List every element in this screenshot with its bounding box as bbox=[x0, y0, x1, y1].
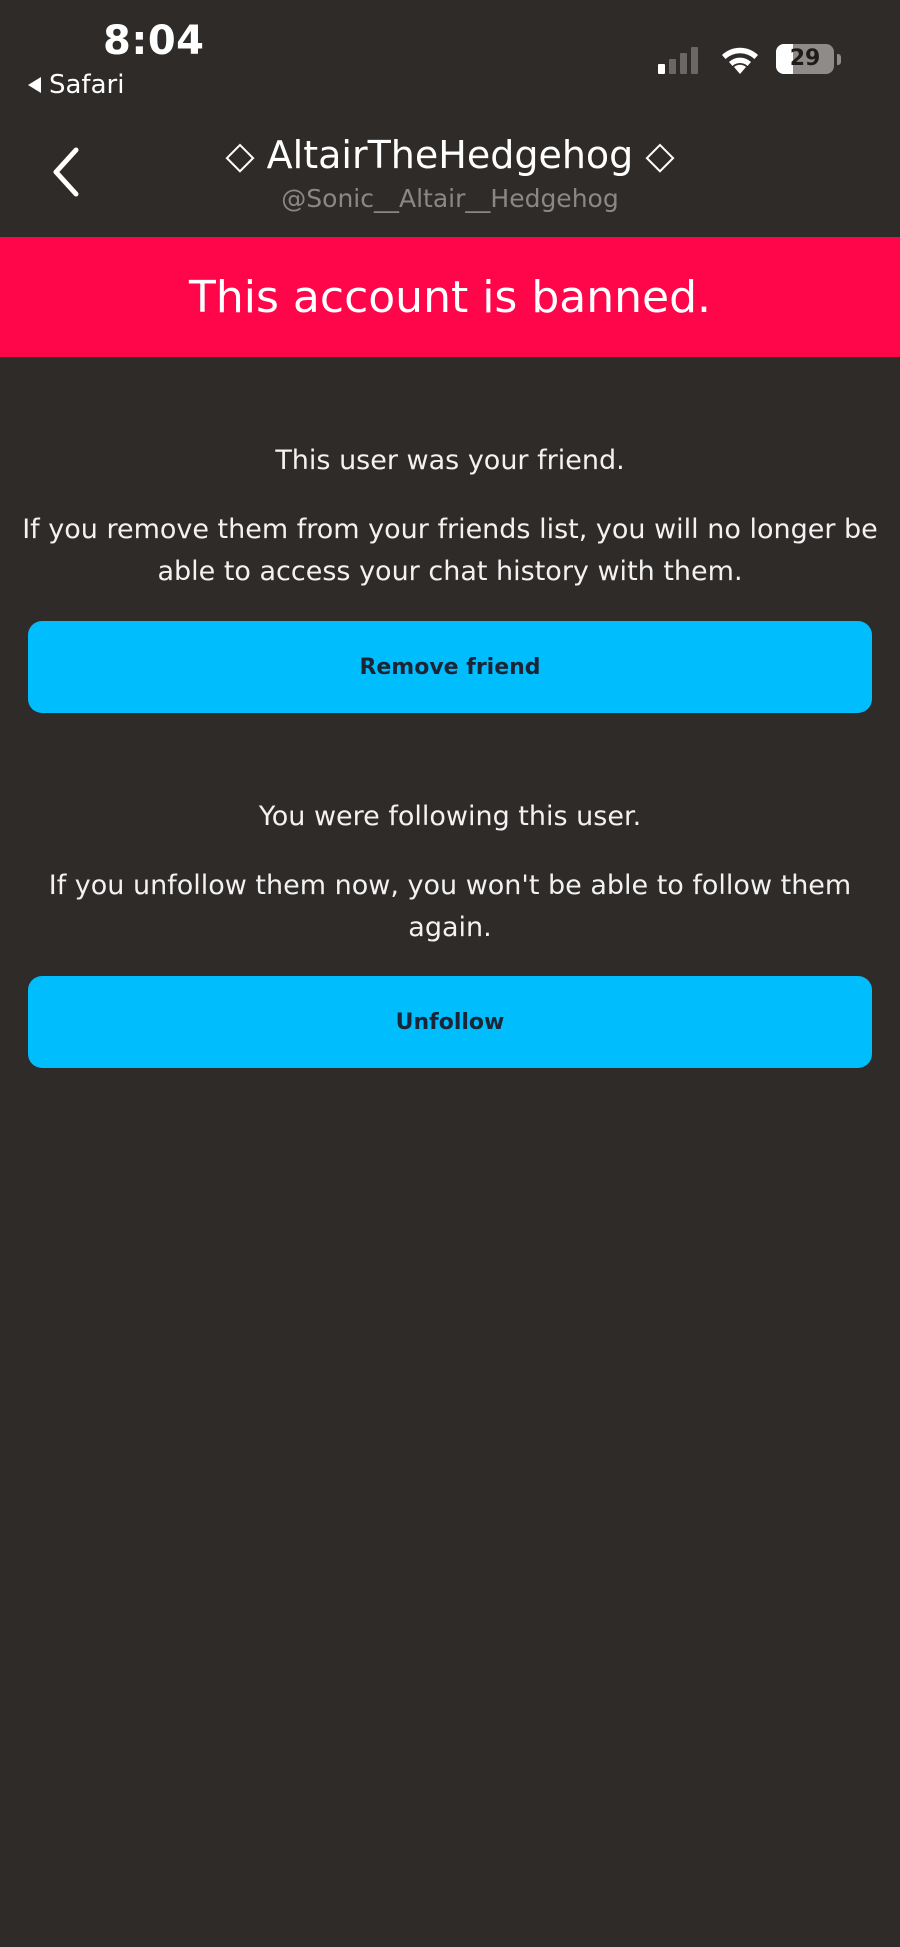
battery-percent: 29 bbox=[789, 46, 821, 71]
unfollow-button[interactable]: Unfollow bbox=[28, 976, 872, 1068]
back-triangle-icon bbox=[28, 77, 41, 93]
friend-status-text: This user was your friend. bbox=[275, 445, 625, 476]
friend-warning-line-2: able to access your chat history with th… bbox=[157, 556, 743, 587]
follow-warning-line-2: again. bbox=[408, 912, 492, 943]
status-time: 8:04 bbox=[103, 18, 205, 64]
back-to-safari-label: Safari bbox=[49, 70, 125, 100]
follow-warning-line-1: If you unfollow them now, you won't be a… bbox=[48, 870, 852, 901]
wifi-icon bbox=[722, 47, 758, 74]
battery-icon: 29 bbox=[776, 44, 834, 74]
profile-display-name: ◇ AltairTheHedgehog ◇ bbox=[225, 133, 675, 177]
banned-banner-text: This account is banned. bbox=[189, 271, 711, 323]
cellular-signal-icon bbox=[658, 46, 698, 74]
follow-status-text: You were following this user. bbox=[258, 801, 642, 832]
banned-banner: This account is banned. bbox=[0, 237, 900, 357]
back-to-safari-link[interactable]: Safari bbox=[28, 70, 124, 100]
battery-cap bbox=[837, 54, 841, 65]
profile-username: @Sonic__Altair__Hedgehog bbox=[281, 184, 619, 213]
remove-friend-button[interactable]: Remove friend bbox=[28, 621, 872, 713]
status-bar: 8:04 Safari 29 bbox=[0, 0, 900, 110]
friend-warning-line-1: If you remove them from your friends lis… bbox=[22, 514, 878, 545]
